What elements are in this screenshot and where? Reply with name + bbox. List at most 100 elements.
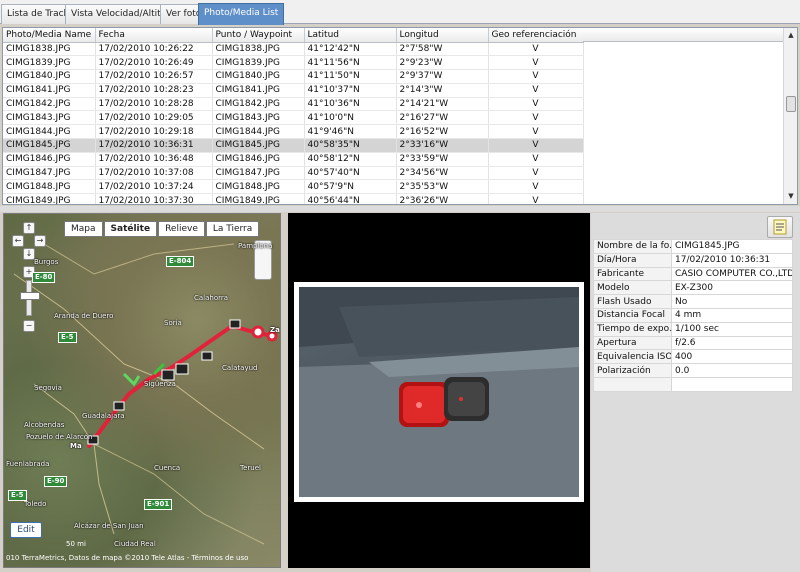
table-cell: CIMG1841.JPG: [212, 83, 305, 98]
table-cell: CIMG1844.JPG: [212, 124, 305, 140]
table-cell: CIMG1845.JPG: [3, 138, 96, 153]
map-label: Segovia: [34, 384, 62, 392]
table-cell: CIMG1846.JPG: [3, 152, 96, 167]
horizontal-splitter[interactable]: [0, 206, 800, 212]
property-row[interactable]: Modelo EX-Z300: [593, 280, 793, 296]
table-row[interactable]: CIMG1840.JPG 17/02/2010 10:26:57 CIMG1840.…: [3, 69, 584, 84]
column-header-georef[interactable]: Geo referenciación: [488, 28, 584, 43]
zoom-slider-thumb[interactable]: [20, 292, 40, 300]
pan-up-icon[interactable]: ↑: [23, 222, 35, 234]
table-row[interactable]: CIMG1838.JPG 17/02/2010 10:26:22 CIMG1838.…: [3, 42, 584, 57]
table-row[interactable]: CIMG1841.JPG 17/02/2010 10:28:23 CIMG1841.…: [3, 83, 584, 98]
property-row[interactable]: Nombre de la fo... CIMG1845.JPG: [593, 239, 793, 254]
table-cell: CIMG1845.JPG: [212, 138, 305, 153]
property-row[interactable]: Polarización 0.0: [593, 363, 793, 378]
property-row[interactable]: Día/Hora 17/02/2010 10:36:31: [593, 252, 793, 268]
pan-left-icon[interactable]: ←: [12, 235, 24, 247]
scroll-down-icon[interactable]: ▼: [785, 190, 797, 202]
property-value: 400: [671, 349, 793, 365]
table-row[interactable]: CIMG1839.JPG 17/02/2010 10:26:49 CIMG1839.…: [3, 55, 584, 71]
table-cell: 41°10'36"N: [304, 97, 397, 112]
table-cell: V: [488, 193, 584, 204]
property-key: Flash Usado: [593, 294, 672, 309]
map-type-mapa[interactable]: Mapa: [64, 221, 103, 237]
table-cell: CIMG1842.JPG: [212, 97, 305, 112]
map-edit-button[interactable]: Edit: [10, 522, 42, 538]
table-cell: 40°58'35"N: [304, 138, 397, 153]
property-row[interactable]: Apertura f/2.6: [593, 335, 793, 351]
photo-table: Photo/Media Name Fecha Punto / Waypoint …: [3, 28, 584, 204]
map-type-relieve[interactable]: Relieve: [158, 221, 205, 237]
property-value: CIMG1845.JPG: [671, 239, 793, 254]
table-cell: V: [488, 55, 584, 71]
table-cell: 40°57'40"N: [304, 166, 397, 181]
map-type-satelite[interactable]: Satélite: [103, 221, 158, 237]
table-cell: 40°56'44"N: [304, 193, 397, 204]
road-shield: E-804: [166, 256, 195, 267]
property-row[interactable]: Fabricante CASIO COMPUTER CO.,LTD.: [593, 266, 793, 282]
map-panel[interactable]: ↑ ← → ↓ + − Mapa Satélite Relieve La Tie…: [3, 213, 281, 568]
property-row[interactable]: [593, 376, 793, 392]
table-cell: 17/02/2010 10:29:05: [95, 110, 213, 126]
table-cell: CIMG1847.JPG: [3, 166, 96, 181]
property-value: 4 mm: [671, 307, 793, 323]
column-header-latitud[interactable]: Latitud: [304, 28, 397, 43]
table-cell: 17/02/2010 10:26:57: [95, 69, 213, 84]
column-header-longitud[interactable]: Longitud: [396, 28, 489, 43]
table-cell: V: [488, 124, 584, 140]
photo-image: [299, 287, 579, 497]
property-row[interactable]: Flash Usado No: [593, 294, 793, 309]
properties-table: Nombre de la fo... CIMG1845.JPG Día/Hora 17…: [593, 239, 793, 392]
property-key: Distancia Focal: [593, 307, 672, 323]
column-header-name[interactable]: Photo/Media Name: [3, 28, 96, 43]
property-value: CASIO COMPUTER CO.,LTD.: [671, 266, 793, 282]
table-cell: 17/02/2010 10:36:48: [95, 152, 213, 167]
road-shield: E-90: [44, 476, 68, 487]
map-type-la-tierra[interactable]: La Tierra: [205, 221, 260, 237]
road-shield: E-5: [8, 490, 27, 501]
table-cell: 17/02/2010 10:37:30: [95, 193, 213, 204]
column-header-fecha[interactable]: Fecha: [95, 28, 213, 43]
properties-toolbar-icon[interactable]: [767, 216, 793, 238]
table-cell: CIMG1844.JPG: [3, 124, 96, 140]
road-shield: E-5: [58, 332, 77, 343]
table-cell: V: [488, 152, 584, 167]
pan-right-icon[interactable]: →: [34, 235, 46, 247]
property-key: [593, 376, 672, 392]
table-row[interactable]: CIMG1846.JPG 17/02/2010 10:36:48 CIMG1846.…: [3, 152, 584, 167]
table-cell: CIMG1849.JPG: [3, 193, 96, 204]
table-cell: V: [488, 166, 584, 181]
table-row[interactable]: CIMG1847.JPG 17/02/2010 10:37:08 CIMG1847.…: [3, 166, 584, 181]
scroll-thumb[interactable]: [786, 96, 796, 112]
map-type-selector: Mapa Satélite Relieve La Tierra: [64, 221, 260, 237]
table-cell: 2°35'53"W: [396, 179, 489, 195]
map-attribution: 010 TerraMetrics, Datos de mapa ©2010 Te…: [6, 554, 249, 562]
table-row[interactable]: CIMG1843.JPG 17/02/2010 10:29:05 CIMG1843.…: [3, 110, 584, 126]
table-row[interactable]: CIMG1845.JPG 17/02/2010 10:36:31 CIMG1845.…: [3, 138, 584, 153]
scroll-up-icon[interactable]: ▲: [785, 29, 797, 41]
column-header-waypoint[interactable]: Punto / Waypoint: [212, 28, 305, 43]
photo-properties-panel: Nombre de la fo... CIMG1845.JPG Día/Hora 17…: [591, 213, 800, 572]
zoom-out-icon[interactable]: −: [23, 320, 35, 332]
property-row[interactable]: Tiempo de expo... 1/100 sec: [593, 321, 793, 337]
property-value: f/2.6: [671, 335, 793, 351]
table-cell: 2°33'16"W: [396, 138, 489, 153]
road-shield: E-901: [144, 499, 173, 510]
map-label: Toledo: [24, 500, 47, 508]
table-row[interactable]: CIMG1849.JPG 17/02/2010 10:37:30 CIMG1849.…: [3, 193, 584, 204]
table-cell: CIMG1839.JPG: [212, 55, 305, 71]
table-cell: 2°14'21"W: [396, 97, 489, 112]
map-label: Teruel: [240, 464, 261, 472]
tab-photo-media-list[interactable]: Photo/Media List: [198, 3, 285, 25]
table-header-row: Photo/Media Name Fecha Punto / Waypoint …: [3, 28, 584, 43]
table-row[interactable]: CIMG1842.JPG 17/02/2010 10:28:28 CIMG1842.…: [3, 97, 584, 112]
property-key: Apertura: [593, 335, 672, 351]
table-cell: V: [488, 138, 584, 153]
table-row[interactable]: CIMG1844.JPG 17/02/2010 10:29:18 CIMG1844.…: [3, 124, 584, 140]
table-scrollbar[interactable]: ▲ ▼: [783, 28, 797, 204]
table-row[interactable]: CIMG1848.JPG 17/02/2010 10:37:24 CIMG1848.…: [3, 179, 584, 195]
property-row[interactable]: Equivalencia ISO 400: [593, 349, 793, 365]
property-row[interactable]: Distancia Focal 4 mm: [593, 307, 793, 323]
map-label: Soria: [164, 319, 182, 327]
table-cell: 17/02/2010 10:36:31: [95, 138, 213, 153]
